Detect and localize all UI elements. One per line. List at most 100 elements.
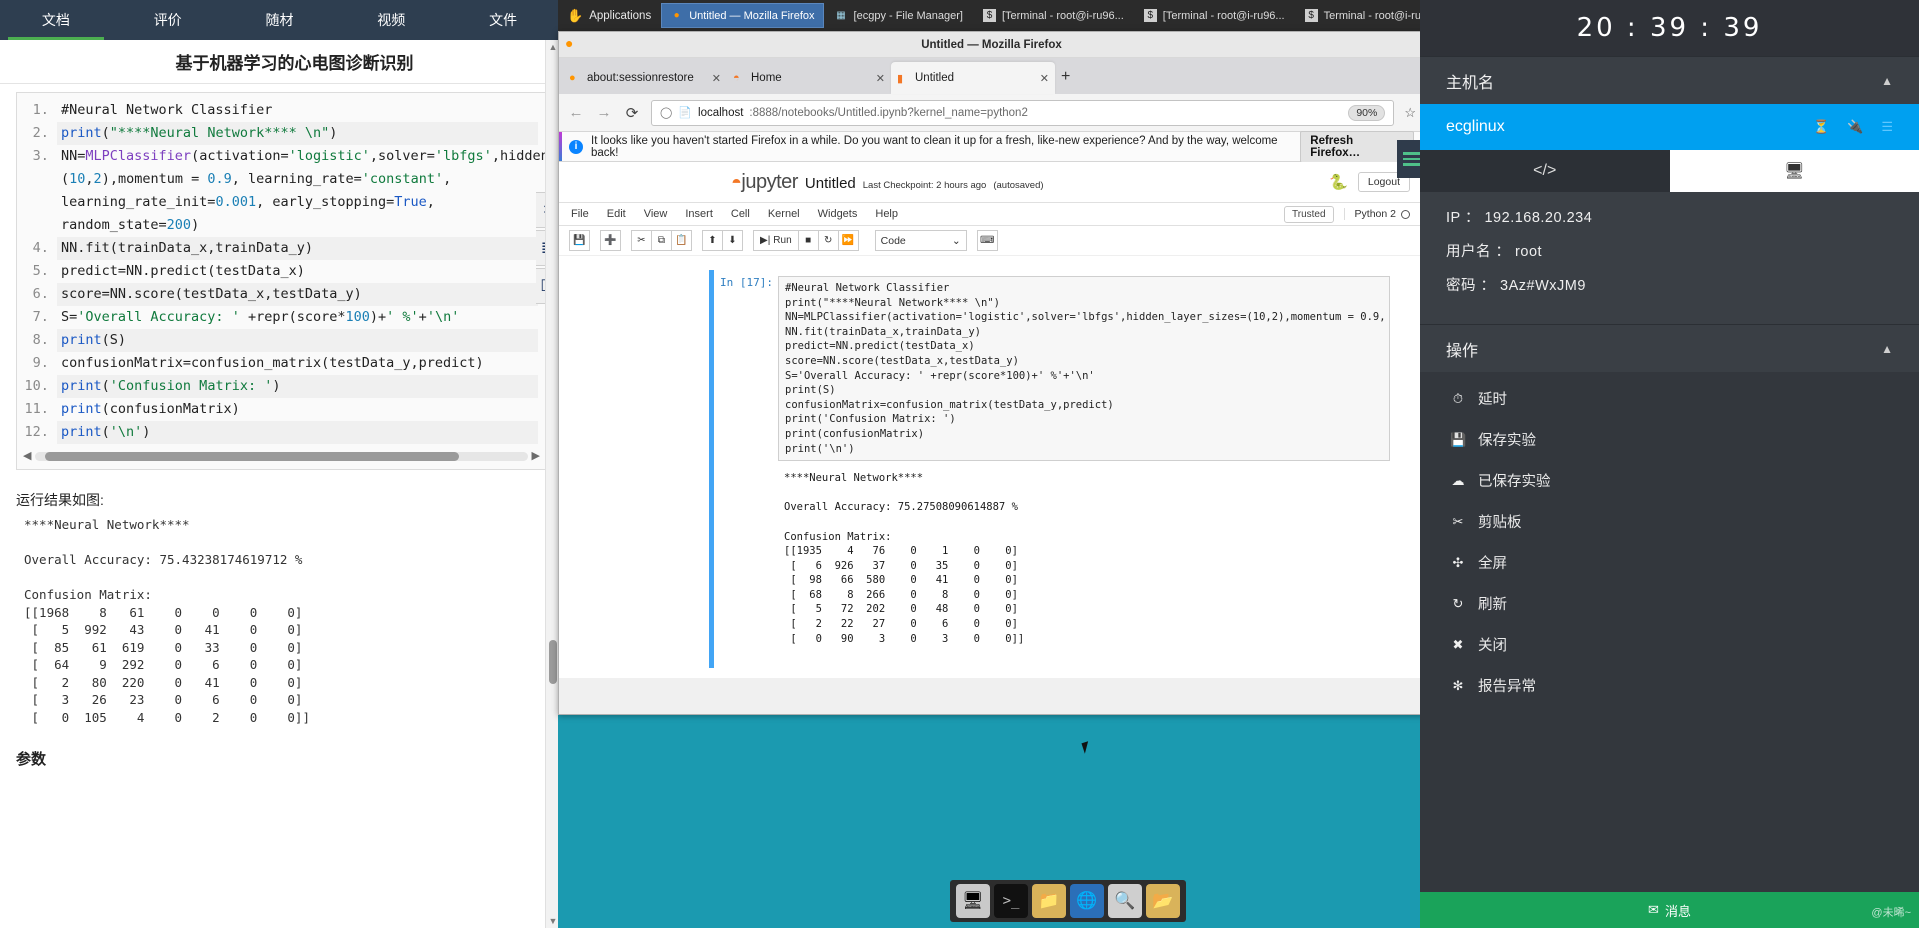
menu-help[interactable]: Help: [875, 208, 898, 220]
menu-file[interactable]: File: [571, 208, 589, 220]
close-icon[interactable]: ✕: [876, 72, 885, 85]
action-fullscreen[interactable]: ✣ 全屏: [1420, 542, 1919, 583]
scrollbar-track[interactable]: [35, 452, 528, 461]
course-content: #Neural Network Classifier print("****Ne…: [0, 84, 559, 769]
reload-icon[interactable]: ⟳: [623, 104, 641, 122]
tab-files[interactable]: 文件: [447, 0, 559, 40]
hostname-section-header[interactable]: 主机名 ▲: [1420, 56, 1919, 104]
chevron-up-icon[interactable]: ▲: [1881, 74, 1893, 88]
tab-console[interactable]: </>: [1420, 150, 1670, 192]
taskbar-item-file-manager[interactable]: ▦ [ecgpy - File Manager]: [826, 3, 972, 28]
menu-cell[interactable]: Cell: [731, 208, 750, 220]
code-line: confusionMatrix=confusion_matrix(testDat…: [57, 352, 538, 375]
run-button[interactable]: ▶| Run: [753, 230, 799, 251]
firefox-titlebar[interactable]: ● Untitled — Mozilla Firefox: [559, 32, 1424, 58]
chevron-up-icon[interactable]: ▲: [1881, 342, 1893, 356]
close-icon[interactable]: ✕: [1040, 72, 1049, 85]
course-panel-scrollbar[interactable]: ▲ ▼: [545, 40, 559, 928]
taskbar-item-terminal-2[interactable]: $ [Terminal - root@i-ru96...: [1135, 3, 1294, 28]
menu-widgets[interactable]: Widgets: [818, 208, 858, 220]
cell-input[interactable]: #Neural Network Classifier print("****Ne…: [778, 276, 1390, 462]
message-icon: ✉: [1648, 902, 1659, 917]
arrow-down-icon[interactable]: ⬇: [722, 230, 743, 251]
browser-tab-sessionrestore[interactable]: ● about:sessionrestore ✕: [563, 62, 727, 94]
kernel-label: Python 2: [1354, 208, 1396, 220]
zoom-level-badge[interactable]: 90%: [1348, 104, 1386, 121]
jupyter-logo[interactable]: ◓jupyter Untitled Last Checkpoint: 2 hou…: [731, 171, 1044, 194]
code-horizontal-scrollbar[interactable]: ◀ ▶: [23, 450, 540, 463]
trusted-badge[interactable]: Trusted: [1284, 205, 1334, 223]
save-icon[interactable]: 💾: [569, 230, 590, 251]
taskbar-item-firefox[interactable]: ● Untitled — Mozilla Firefox: [661, 3, 824, 28]
plug-icon[interactable]: 🔌: [1847, 119, 1863, 135]
menu-view[interactable]: View: [644, 208, 668, 220]
action-refresh[interactable]: ↻ 刷新: [1420, 583, 1919, 624]
menu-icon[interactable]: ☰: [1881, 119, 1893, 135]
fast-forward-icon[interactable]: ⏩: [837, 230, 859, 251]
notebook-name[interactable]: Untitled: [805, 175, 856, 192]
menu-kernel[interactable]: Kernel: [768, 208, 800, 220]
taskbar-item-terminal-1[interactable]: $ [Terminal - root@i-ru96...: [974, 3, 1133, 28]
course-tabs: 文档 评价 随材 视频 文件: [0, 0, 559, 40]
browser-icon[interactable]: 🌐: [1070, 884, 1104, 918]
folder-icon[interactable]: 📁: [1032, 884, 1066, 918]
search-icon[interactable]: 🔍: [1108, 884, 1142, 918]
watermark: @未晞~: [1871, 907, 1911, 919]
close-icon[interactable]: ✕: [712, 72, 721, 85]
scrollbar-thumb[interactable]: [45, 452, 459, 461]
terminal-icon[interactable]: >_: [994, 884, 1028, 918]
back-icon[interactable]: ←: [567, 104, 585, 121]
menu-edit[interactable]: Edit: [607, 208, 626, 220]
menu-insert[interactable]: Insert: [685, 208, 713, 220]
restart-icon[interactable]: ↻: [817, 230, 839, 251]
kernel-indicator[interactable]: Python 2: [1343, 208, 1410, 220]
action-report-issue[interactable]: ✻ 报告异常: [1420, 665, 1919, 706]
scroll-left-arrow-icon[interactable]: ◀: [23, 451, 31, 462]
stop-icon[interactable]: ■: [797, 230, 819, 251]
tab-desktop[interactable]: 🖥: [1669, 150, 1919, 192]
tab-documents[interactable]: 文档: [0, 0, 112, 40]
power-icon[interactable]: ⏳: [1813, 119, 1829, 135]
applications-menu[interactable]: ✋ Applications: [558, 0, 660, 31]
tab-evaluation[interactable]: 评价: [112, 0, 224, 40]
section-label: 操作: [1446, 342, 1479, 360]
browser-tab-home[interactable]: ◓ Home ✕: [727, 62, 891, 94]
browser-tab-untitled[interactable]: ▮ Untitled ✕: [891, 62, 1055, 94]
autosaved-label: (autosaved): [993, 179, 1044, 191]
scroll-right-arrow-icon[interactable]: ▶: [532, 451, 540, 462]
new-tab-button[interactable]: +: [1061, 68, 1070, 86]
tab-materials[interactable]: 随材: [224, 0, 336, 40]
toolbar-group-clipboard: ✂ ⧉ 📋: [631, 230, 692, 251]
message-bar[interactable]: ✉ 消息: [1420, 892, 1919, 928]
scrollbar-thumb[interactable]: [549, 640, 557, 684]
action-save-experiment[interactable]: 💾 保存实验: [1420, 419, 1919, 460]
display-icon[interactable]: 🖥: [956, 884, 990, 918]
code-line: predict=NN.predict(testData_x): [57, 260, 538, 283]
cell-source: #Neural Network Classifier print("****Ne…: [785, 282, 1386, 455]
action-clipboard[interactable]: ✂ 剪贴板: [1420, 501, 1919, 542]
scissors-icon[interactable]: ✂: [631, 230, 652, 251]
plus-icon[interactable]: ➕: [600, 230, 621, 251]
jupyter-header: ◓jupyter Untitled Last Checkpoint: 2 hou…: [559, 162, 1424, 202]
paste-icon[interactable]: 📋: [671, 230, 692, 251]
checkpoint-label: Last Checkpoint: 2 hours ago: [862, 179, 987, 191]
actions-list: ⏱ 延时 💾 保存实验 ☁ 已保存实验 ✂ 剪贴板 ✣ 全屏 ↻ 刷新 ✖ 关闭…: [1420, 372, 1919, 706]
host-row[interactable]: ecglinux ⏳ 🔌 ☰: [1420, 104, 1919, 150]
action-delay[interactable]: ⏱ 延时: [1420, 378, 1919, 419]
action-saved-experiments[interactable]: ☁ 已保存实验: [1420, 460, 1919, 501]
firefox-tabstrip: ● about:sessionrestore ✕ ◓ Home ✕ ▮ Unti…: [559, 58, 1424, 94]
keyboard-icon[interactable]: ⌨: [976, 230, 998, 251]
notebook-cell[interactable]: In [17]: #Neural Network Classifier prin…: [709, 270, 1390, 669]
files-icon[interactable]: 📂: [1146, 884, 1180, 918]
jupyter-sun-icon: ◓: [731, 171, 742, 192]
forward-icon[interactable]: →: [595, 104, 613, 121]
course-panel: 文档 评价 随材 视频 文件 基于机器学习的心电图诊断识别 #Neural Ne…: [0, 0, 560, 928]
arrow-up-icon[interactable]: ⬆: [702, 230, 723, 251]
actions-section-header[interactable]: 操作 ▲: [1420, 324, 1919, 372]
address-bar[interactable]: ◯ 📄 localhost:8888/notebooks/Untitled.ip…: [651, 99, 1395, 126]
bookmark-star-icon[interactable]: ☆: [1404, 105, 1416, 121]
copy-icon[interactable]: ⧉: [651, 230, 672, 251]
action-close[interactable]: ✖ 关闭: [1420, 624, 1919, 665]
tab-video[interactable]: 视频: [335, 0, 447, 40]
cell-type-select[interactable]: Code ⌄: [874, 230, 967, 251]
